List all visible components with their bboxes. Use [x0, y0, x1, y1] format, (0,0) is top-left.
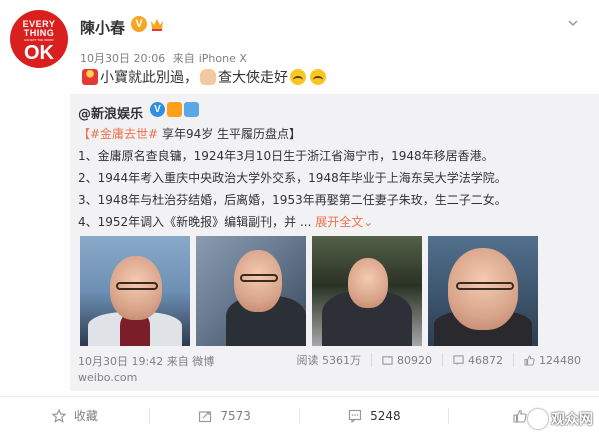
- photo-thumbnail[interactable]: [80, 236, 190, 346]
- retweet-line: 【#金庸去世# 享年94岁 生平履历盘点】: [78, 127, 593, 149]
- post-source[interactable]: iPhone X: [199, 52, 247, 65]
- retweet-author[interactable]: @新浪娱乐: [78, 103, 143, 122]
- retweet-like-button[interactable]: 124480: [513, 353, 591, 367]
- weibo-card: EVERY THING EXCEPT THE WORD OK 陳小春 V 10月…: [0, 0, 599, 433]
- thumbs-up-icon: [524, 354, 535, 366]
- comment-button[interactable]: 5248: [300, 397, 450, 434]
- like-count: 124480: [539, 353, 581, 367]
- expand-arrow-icon[interactable]: ⌄: [363, 215, 373, 229]
- favorite-button[interactable]: 收藏: [0, 397, 150, 434]
- vip-crown-icon: [151, 19, 163, 31]
- avatar[interactable]: EVERY THING EXCEPT THE WORD OK: [10, 10, 68, 68]
- source-prefix: 来自: [166, 355, 189, 368]
- chevron-down-icon[interactable]: [568, 18, 578, 28]
- post-timestamp[interactable]: 10月30日 20:06: [80, 52, 165, 65]
- retweet-meta: 10月30日 19:42 来自 微博: [78, 353, 214, 369]
- photo-grid: [80, 236, 538, 346]
- retweet-line: 1、金庸原名查良镛，1924年3月10日生于浙江省海宁市，1948年移居香港。: [78, 149, 494, 163]
- read-count-value: 5361万: [322, 354, 361, 367]
- repost-icon: [199, 410, 212, 422]
- star-icon: [51, 408, 66, 423]
- crying-emoji-icon: [310, 69, 326, 85]
- retweet-source[interactable]: 微博: [192, 355, 214, 368]
- verified-icon: V: [131, 16, 147, 32]
- post-text-part-1: 小寶就此別過，: [100, 70, 198, 86]
- comment-icon: [348, 409, 362, 423]
- photo-thumbnail[interactable]: [428, 236, 538, 346]
- retweet-timestamp[interactable]: 10月30日 19:42: [78, 355, 163, 368]
- verified-icon: V: [150, 102, 165, 117]
- retweet-line: 4、1952年调入《新晚报》编辑副刊，并 ... 展开全文⌄: [78, 215, 593, 237]
- avatar-text-2: THING: [23, 27, 55, 38]
- action-bar: 收藏 7573 5248: [0, 396, 599, 434]
- member-badge-icon: [184, 102, 199, 117]
- photo-thumbnail[interactable]: [196, 236, 306, 346]
- retweet-line-text: 享年94岁 生平履历盘点】: [158, 127, 302, 141]
- retweet-stats: 阅读 5361万 80920 46872 124480: [287, 353, 592, 367]
- thumbs-up-icon: [513, 409, 527, 423]
- watermark-logo-icon: [528, 409, 548, 429]
- retweet-domain: weibo.com: [78, 371, 138, 384]
- vip-badge-icon: [167, 102, 182, 117]
- candle-emoji-icon: [82, 69, 98, 85]
- post-text-part-2: 查大俠走好: [218, 70, 288, 86]
- retweet-line-text: 4、1952年调入《新晚报》编辑副刊，并 ...: [78, 215, 312, 229]
- repost-count: 80920: [397, 353, 432, 367]
- favorite-label: 收藏: [73, 409, 98, 423]
- avatar-text-4: OK: [24, 41, 54, 64]
- retweet-repost-button[interactable]: 80920: [371, 353, 442, 367]
- read-count: 阅读 5361万: [287, 353, 372, 367]
- source-prefix: 来自: [172, 52, 195, 65]
- photo-thumbnail[interactable]: [312, 236, 422, 346]
- post-text: 小寶就此別過， 查大俠走好: [80, 67, 328, 87]
- retweet-comment-button[interactable]: 46872: [442, 353, 513, 367]
- retweet-line: 2、1944年考入重庆中央政治大学外交系，1948年毕业于上海东吴大学法学院。: [78, 171, 507, 185]
- comment-count: 5248: [370, 408, 401, 423]
- pray-emoji-icon: [200, 69, 216, 85]
- expand-full-text-link[interactable]: 展开全文: [315, 215, 363, 229]
- retweet-badges: V: [150, 102, 199, 117]
- post-meta: 10月30日 20:06 来自 iPhone X: [80, 50, 251, 66]
- retweet-text: 【#金庸去世# 享年94岁 生平履历盘点】 1、金庸原名查良镛，1924年3月1…: [78, 127, 593, 237]
- hashtag-link[interactable]: 【#金庸去世#: [78, 127, 158, 141]
- author-name[interactable]: 陳小春: [80, 17, 125, 38]
- retweeted-post: @新浪娱乐 V 【#金庸去世# 享年94岁 生平履历盘点】 1、金庸原名查良镛，…: [70, 94, 599, 391]
- repost-icon: [382, 355, 393, 365]
- read-count-label: 阅读: [296, 354, 319, 367]
- watermark: 观众网: [528, 409, 593, 429]
- repost-count: 7573: [220, 408, 251, 423]
- crying-emoji-icon: [290, 69, 306, 85]
- comment-count: 46872: [468, 353, 503, 367]
- retweet-line: 3、1948年与杜治芬结婚，后离婚，1953年再娶第二任妻子朱玫，生二子二女。: [78, 193, 507, 207]
- repost-button[interactable]: 7573: [150, 397, 300, 434]
- watermark-text: 观众网: [551, 412, 593, 428]
- comment-icon: [453, 354, 464, 365]
- avatar-text-3: EXCEPT THE WORD: [24, 37, 54, 42]
